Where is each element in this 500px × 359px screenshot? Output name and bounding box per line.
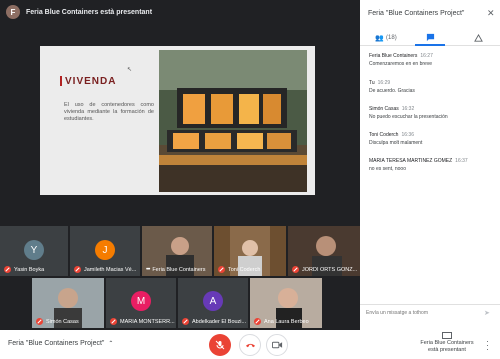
present-label-line2: està presentant (428, 347, 466, 353)
participant-tile[interactable]: J Jamileth Macias Vé... (70, 226, 140, 276)
chat-input-area: ➤ (360, 304, 500, 324)
message-sender: Simón Casas (369, 106, 399, 112)
participant-tile[interactable]: Y Yasin Boyka (0, 226, 68, 276)
shapes-icon (473, 33, 483, 42)
chat-message: Feria Blue Containers 16:27 Comenzaremos … (369, 53, 493, 67)
more-options-icon[interactable]: ••• (146, 267, 150, 273)
chat-message: MARIA TERESA MARTINEZ GOMEZ 16:37 no es s… (369, 158, 493, 172)
message-text: Disculpa molt malament (369, 140, 423, 146)
mic-off-icon (110, 318, 117, 325)
meeting-details-button[interactable]: Feria "Blue Containers Project" ⌃ (8, 340, 113, 347)
presentation-slide: VIVENDA El uso de contenedores como vivi… (40, 46, 315, 195)
chat-icon (426, 33, 434, 41)
slide-text: El uso de contenedores como vivienda med… (64, 102, 154, 122)
message-text: No puedo escuchar la presentación (369, 114, 448, 120)
panel-title: Feria "Blue Containers Project" (368, 10, 465, 17)
message-sender: Feria Blue Containers (369, 53, 418, 59)
mic-off-icon (254, 318, 261, 325)
camera-icon (271, 341, 282, 349)
participant-tile[interactable]: ••• Feria Blue Containers (142, 226, 212, 276)
participant-name: Abdelkader El Bouzi... (192, 318, 247, 325)
meeting-name: Feria "Blue Containers Project" (8, 340, 105, 347)
mic-off-icon (218, 266, 225, 273)
participant-tile[interactable]: A Abdelkader El Bouzi... (178, 278, 248, 328)
present-label-line1: Feria Blue Containers (420, 340, 474, 346)
tab-activities[interactable] (465, 30, 491, 46)
send-icon[interactable]: ➤ (484, 309, 490, 317)
panel-tabs: 👥 (18) (360, 30, 500, 46)
bottom-bar: Feria "Blue Containers Project" ⌃ Feria … (0, 330, 500, 359)
chat-input[interactable] (366, 310, 476, 316)
container-house-image (159, 50, 307, 192)
participant-name: Feria Blue Containers (152, 267, 206, 273)
participant-name: Toni Coderch (228, 266, 261, 273)
chevron-up-icon: ⌃ (108, 341, 114, 347)
chat-message: Simón Casas 16:32 No puedo escuchar la pr… (369, 106, 493, 120)
message-sender: MARIA TERESA MARTINEZ GOMEZ (369, 158, 453, 164)
mic-off-icon (36, 318, 43, 325)
participant-name: Simón Casas (46, 318, 79, 325)
mic-off-icon (74, 266, 81, 273)
participant-name: JORDI ORTS GONZ... (302, 266, 358, 273)
people-icon: 👥 (375, 35, 385, 42)
message-time: 16:32 (401, 106, 415, 112)
mic-off-icon (215, 340, 225, 350)
chat-panel: Feria "Blue Containers Project" ✕ 👥 (18)… (360, 0, 500, 330)
message-text: no es sent, nooo (369, 166, 406, 172)
mouse-cursor-icon: ↖ (127, 67, 133, 73)
message-sender: Tu (369, 80, 375, 86)
participant-tile[interactable]: Simón Casas (32, 278, 104, 328)
participant-tile[interactable]: Ana Laura Berbeo (250, 278, 322, 328)
participant-tile[interactable]: JORDI ORTS GONZ... (288, 226, 360, 276)
slide-logo: VIVENDA (60, 76, 116, 87)
avatar: A (203, 291, 223, 311)
participant-name: Yasin Boyka (14, 266, 45, 273)
mic-off-icon (292, 266, 299, 273)
leave-call-button[interactable] (239, 334, 261, 356)
message-sender: Toni Coderch (369, 132, 399, 138)
chat-message: Tu 16:29 De acuerdo. Gracias (369, 80, 493, 94)
microphone-button[interactable] (209, 334, 231, 356)
message-text: Comenzaremos en en breve (369, 61, 433, 67)
message-time: 16:29 (377, 80, 391, 86)
presentation-header: F Feria Blue Containers està presentant (0, 0, 360, 24)
message-time: 16:37 (455, 158, 468, 164)
camera-button[interactable] (266, 334, 288, 356)
mic-off-icon (4, 266, 11, 273)
avatar: M (131, 291, 151, 311)
participant-name: Jamileth Macias Vé... (84, 266, 137, 273)
tab-chat[interactable] (415, 30, 445, 46)
end-call-icon (245, 343, 255, 348)
avatar: Y (24, 240, 44, 260)
close-icon[interactable]: ✕ (487, 8, 495, 19)
participant-name: Ana Laura Berbeo (264, 318, 309, 325)
message-time: 16:36 (401, 132, 414, 138)
participant-name: MARIA MONTSERR... (120, 318, 175, 325)
message-time: 16:27 (420, 53, 433, 59)
more-options-icon[interactable]: · · · (486, 337, 489, 354)
present-icon (442, 332, 452, 339)
present-now-button[interactable]: Feria Blue Containers està presentant (417, 332, 477, 354)
mic-off-icon (182, 318, 189, 325)
message-text: De acuerdo. Gracias (369, 88, 415, 94)
presenter-avatar: F (6, 5, 20, 19)
avatar: J (95, 240, 115, 260)
presentation-title: Feria Blue Containers està presentant (26, 8, 153, 16)
participant-tile[interactable]: M MARIA MONTSERR... (106, 278, 176, 328)
people-count: (18) (386, 35, 397, 41)
participant-tile[interactable]: Toni Coderch (214, 226, 286, 276)
tab-people[interactable]: 👥 (18) (368, 30, 404, 46)
chat-message: Toni Coderch 16:36 Disculpa molt malament (369, 132, 493, 146)
